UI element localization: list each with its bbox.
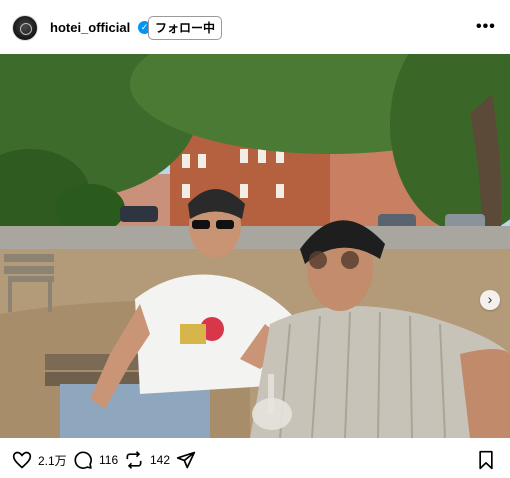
share-icon [176, 451, 196, 469]
repost-count: 142 [150, 453, 171, 467]
comment-button[interactable]: 116 [73, 449, 118, 471]
more-options-button[interactable]: ••• [476, 18, 496, 36]
username-link[interactable]: hotei_official [50, 20, 130, 35]
following-button[interactable]: フォロー中 [148, 16, 223, 40]
like-button[interactable]: 2.1万 [12, 449, 67, 471]
save-button[interactable] [477, 449, 495, 471]
action-bar: 2.1万 116 142 [0, 438, 510, 478]
share-button[interactable] [176, 449, 196, 471]
comment-icon [74, 451, 92, 469]
avatar[interactable] [12, 15, 38, 41]
post-header: hotei_official ✓ フォロー中 ••• [0, 0, 510, 54]
repost-button[interactable]: 142 [124, 449, 170, 471]
photo-image [0, 54, 510, 438]
repost-icon [126, 451, 142, 469]
comment-count: 116 [99, 453, 119, 467]
carousel-next-button[interactable]: › [480, 290, 500, 310]
bookmark-icon [479, 450, 493, 470]
like-count: 2.1万 [38, 453, 67, 468]
post-photo[interactable]: › [0, 54, 510, 438]
heart-icon [12, 451, 32, 469]
